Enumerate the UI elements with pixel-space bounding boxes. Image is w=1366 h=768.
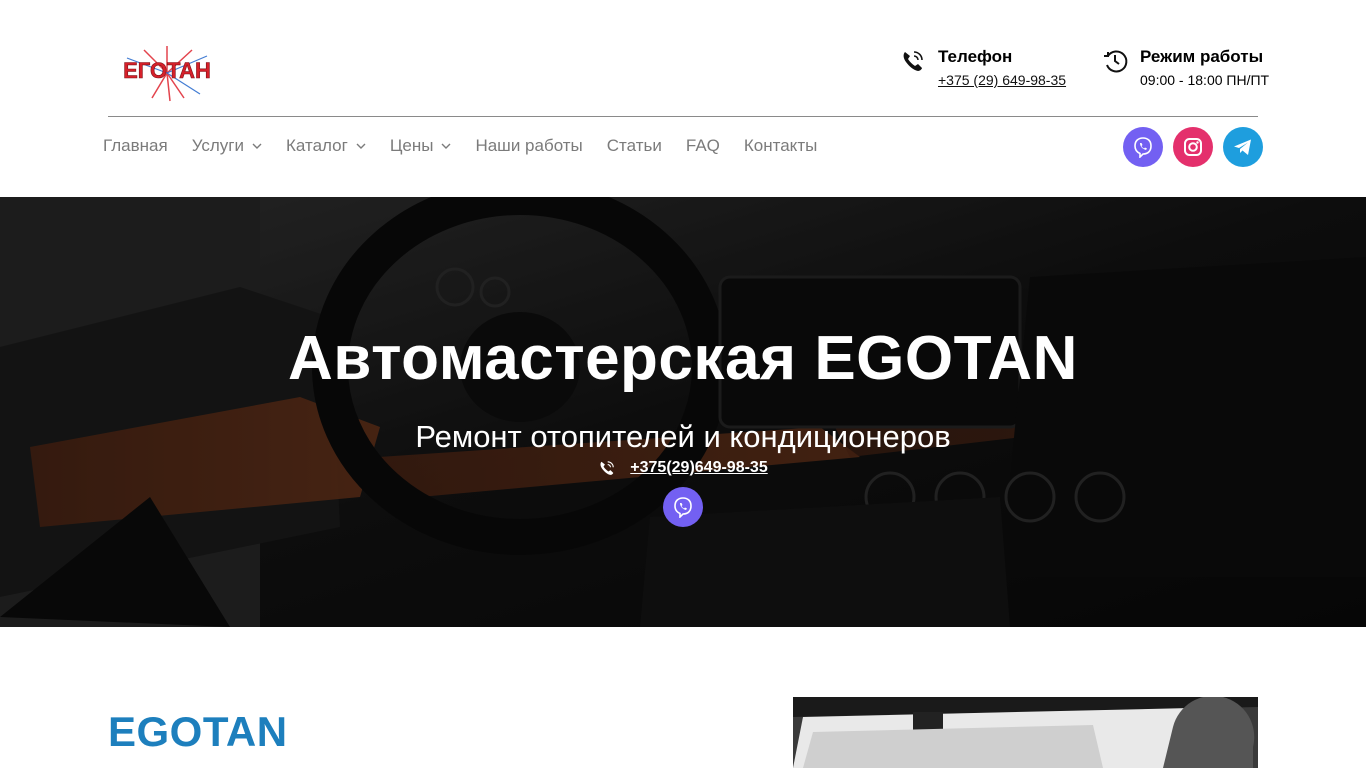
hours-title: Режим работы: [1140, 47, 1264, 66]
nav-item-faq[interactable]: FAQ: [686, 134, 720, 158]
section-title: EGOTAN: [108, 708, 288, 755]
chevron-down-icon: [356, 143, 366, 149]
phone-contact: Телефон +375 (29) 649-98-35: [900, 44, 1066, 90]
section-image: [793, 697, 1258, 768]
phone-icon: [903, 51, 923, 71]
site-header: ЕГОТАН Телефон +375 (29) 649-98-35 Режим…: [0, 0, 1366, 197]
instagram-button[interactable]: [1173, 127, 1213, 167]
nav-item-articles[interactable]: Статьи: [607, 134, 662, 158]
phone-link[interactable]: +375 (29) 649-98-35: [938, 70, 1066, 90]
viber-icon: [674, 497, 692, 518]
nav-item-label: Цены: [389, 136, 434, 155]
hero-viber-button[interactable]: [663, 487, 703, 527]
chevron-down-icon: [252, 143, 262, 149]
viber-icon: [1134, 137, 1152, 158]
hero-phone: +375(29)649-98-35: [0, 459, 1366, 477]
nav-item-contacts[interactable]: Контакты: [744, 134, 817, 158]
nav-item-label: Наши работы: [475, 136, 583, 155]
car-detail-image: [793, 697, 1258, 768]
clock-icon: [1104, 50, 1128, 73]
hours-contact: Режим работы 09:00 - 18:00 ПН/ПТ: [1102, 44, 1269, 90]
viber-button[interactable]: [1123, 127, 1163, 167]
telegram-icon: [1234, 139, 1251, 155]
nav-item-label: Статьи: [606, 136, 662, 155]
instagram-icon: [1184, 138, 1202, 156]
chevron-down-icon: [441, 143, 451, 149]
telegram-button[interactable]: [1223, 127, 1263, 167]
nav-item-home[interactable]: Главная: [103, 134, 168, 158]
phone-icon: [600, 461, 615, 475]
hero-banner: Автомастерская EGOTAN Ремонт отопителей …: [0, 197, 1366, 627]
nav-item-label: FAQ: [685, 136, 720, 155]
nav-item-label: Главная: [103, 136, 168, 155]
hero-phone-link[interactable]: +375(29)649-98-35: [630, 459, 767, 477]
nav-item-prices[interactable]: Цены: [390, 134, 452, 158]
nav-item-label: Контакты: [743, 136, 818, 155]
social-links: [1123, 127, 1273, 167]
header-divider: [108, 116, 1258, 117]
main-nav: Главная Услуги Каталог Цены Наши работы …: [103, 134, 841, 158]
nav-item-services[interactable]: Услуги: [192, 134, 262, 158]
logo-graphic: ЕГОТАН: [123, 46, 211, 102]
phone-title: Телефон: [938, 47, 1013, 66]
nav-item-label: Каталог: [286, 136, 348, 155]
hero-overlay: [0, 197, 1366, 627]
nav-item-works[interactable]: Наши работы: [475, 134, 582, 158]
nav-item-label: Услуги: [191, 136, 244, 155]
hours-value: 09:00 - 18:00 ПН/ПТ: [1140, 72, 1270, 88]
svg-text:ЕГОТАН: ЕГОТАН: [123, 58, 211, 83]
hero-subtitle: Ремонт отопителей и кондиционеров: [415, 419, 951, 454]
logo[interactable]: ЕГОТАН: [112, 44, 222, 102]
hero-title: Автомастерская EGOTAN: [288, 324, 1078, 393]
nav-item-catalog[interactable]: Каталог: [286, 134, 366, 158]
